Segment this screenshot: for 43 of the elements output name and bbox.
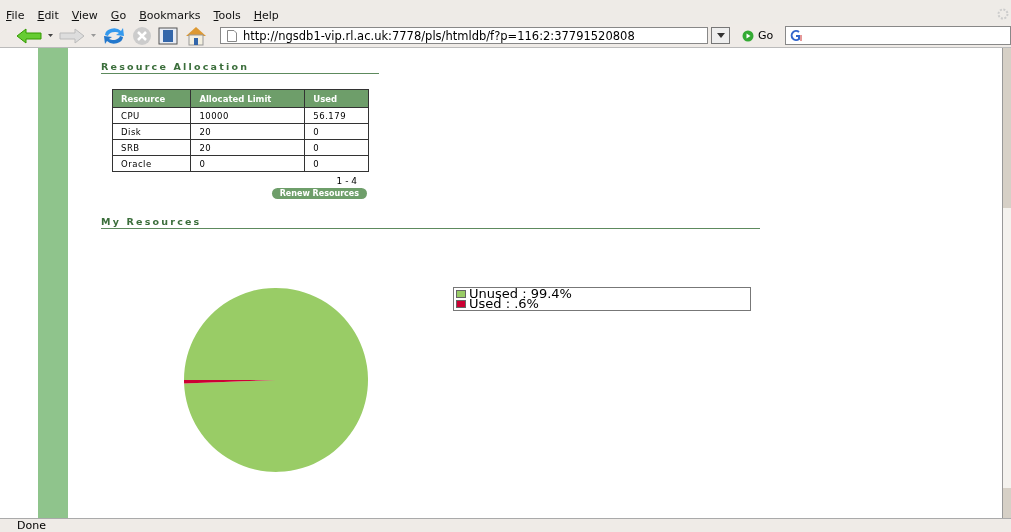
caret-icon [716,33,725,38]
table-cell: Oracle [112,155,191,172]
table-cell: 0 [304,139,369,156]
address-field[interactable]: http://ngsdb1-vip.rl.ac.uk:7778/pls/htmldb/f?p=116:2:37791520808 [220,27,708,44]
go-button[interactable]: Go [736,29,780,42]
reload-icon[interactable] [102,25,126,46]
table-cell: 56.179 [304,107,369,124]
table-cell: 20 [190,123,305,140]
menu-item[interactable]: File [6,9,25,22]
menu-item[interactable]: Help [253,9,279,22]
search-engine-icon [789,29,804,42]
bookmarks-icon[interactable] [158,26,178,45]
dropdown-arrow-icon[interactable] [48,34,53,37]
legend-label: Used : .6% [469,299,539,309]
table-cell: Disk [112,123,191,140]
menu-item[interactable]: Go [110,9,127,22]
search-field[interactable] [785,26,1011,45]
vertical-scrollbar[interactable] [1002,48,1011,518]
table-cell: 10000 [190,107,305,124]
pagination-text: 1 - 4 [335,176,358,186]
legend-label: Unused : 99.4% [469,289,572,299]
column-header: Allocated Limit [190,89,305,108]
home-icon[interactable] [184,25,208,46]
throbber-icon [997,8,1009,20]
column-header: Used [304,89,369,108]
menu-item[interactable]: View [71,9,98,22]
menu-item[interactable]: Tools [213,9,241,22]
menu-item[interactable]: Bookmarks [139,9,201,22]
section-heading: Resource Allocation [101,61,379,74]
table-cell: SRB [112,139,191,156]
table-cell: CPU [112,107,191,124]
table-cell: 20 [190,139,305,156]
play-icon [742,29,754,42]
back-arrow-icon[interactable] [16,27,42,44]
table-cell: 0 [304,123,369,140]
section-heading: My Resources [101,216,760,229]
menu-item[interactable]: Edit [37,9,59,22]
table-cell: 0 [304,155,369,172]
history-dropdown-button[interactable] [711,27,730,44]
column-header: Resource [112,89,191,108]
table-cell: 0 [190,155,305,172]
status-text: Done [0,518,1011,532]
page-icon [227,29,237,42]
